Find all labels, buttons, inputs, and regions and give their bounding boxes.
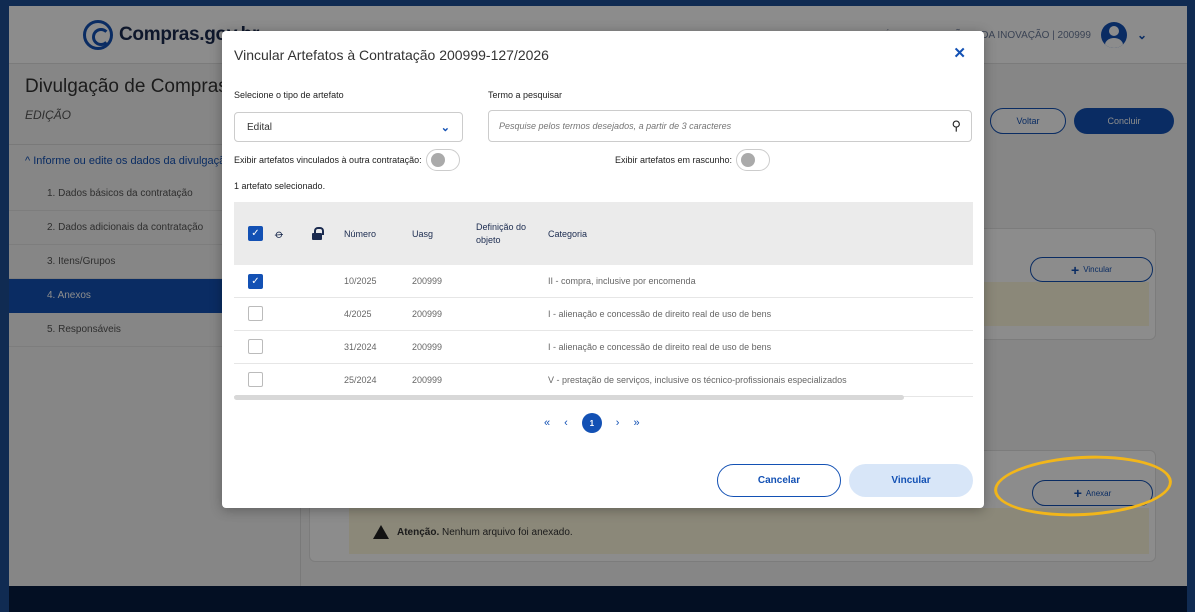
horizontal-scrollbar[interactable]: [234, 395, 904, 400]
close-icon[interactable]: ✕: [953, 44, 966, 62]
lock-icon: [312, 226, 324, 240]
vincular-artefatos-modal: Vincular Artefatos à Contratação 200999-…: [222, 31, 984, 508]
prev-page-button[interactable]: ‹: [564, 417, 568, 429]
chevron-down-icon: ⌄: [440, 121, 450, 134]
col-categoria[interactable]: Categoria: [548, 229, 973, 239]
table-header: ✓ ⌀ Número Uasg Definição do objeto Cate…: [234, 202, 973, 265]
cell-uasg: 200999: [412, 276, 443, 286]
row-checkbox[interactable]: [248, 371, 263, 387]
first-page-button[interactable]: «: [544, 417, 550, 429]
col-uasg[interactable]: Uasg: [412, 229, 476, 239]
cell-uasg: 200999: [412, 375, 443, 385]
row-checkbox[interactable]: ✓: [248, 273, 263, 289]
vincular-confirm-button[interactable]: Vincular: [849, 464, 973, 497]
cell-numero: 25/2024: [344, 375, 377, 385]
table-row[interactable]: 4/2025 200999 I - alienação e concessão …: [234, 298, 973, 331]
cell-categoria: I - alienação e concessão de direito rea…: [548, 309, 772, 319]
toggle-draft-label: Exibir artefatos em rascunho:: [615, 155, 733, 165]
cell-uasg: 200999: [412, 309, 443, 319]
last-page-button[interactable]: »: [633, 417, 639, 429]
col-definicao[interactable]: Definição do objeto: [476, 221, 548, 247]
table-row[interactable]: ✓ 10/2025 200999 II - compra, inclusive …: [234, 265, 973, 298]
type-label: Selecione o tipo de artefato: [234, 90, 344, 100]
paperclip-icon: ⌀: [272, 225, 287, 242]
select-all-checkbox[interactable]: ✓: [248, 226, 263, 241]
select-value: Edital: [247, 121, 273, 133]
next-page-button[interactable]: ›: [616, 417, 620, 429]
artefato-type-select[interactable]: Edital ⌄: [234, 112, 463, 142]
cell-numero: 31/2024: [344, 342, 377, 352]
cell-numero: 4/2025: [344, 309, 372, 319]
cell-categoria: I - alienação e concessão de direito rea…: [548, 342, 772, 352]
cell-categoria: II - compra, inclusive por encomenda: [548, 276, 696, 286]
search-icon[interactable]: ⚲: [951, 118, 961, 134]
cell-uasg: 200999: [412, 342, 443, 352]
toggle-draft-switch[interactable]: [736, 149, 771, 171]
col-numero[interactable]: Número: [344, 229, 412, 239]
cell-categoria: V - prestação de serviços, inclusive os …: [548, 375, 847, 385]
cell-numero: 10/2025: [344, 276, 377, 286]
pagination: « ‹ 1 › »: [544, 413, 640, 433]
row-checkbox[interactable]: [248, 338, 263, 354]
selected-count: 1 artefato selecionado.: [234, 181, 326, 191]
toggle-other-switch[interactable]: [425, 149, 460, 171]
search-input[interactable]: [499, 121, 952, 131]
toggle-other-contracts: Exibir artefatos vinculados à outra cont…: [234, 149, 460, 171]
table-row[interactable]: 25/2024 200999 V - prestação de serviços…: [234, 364, 973, 397]
modal-title: Vincular Artefatos à Contratação 200999-…: [234, 47, 549, 63]
search-field[interactable]: ⚲: [488, 110, 972, 142]
toggle-drafts: Exibir artefatos em rascunho:: [615, 149, 771, 171]
page-1-button[interactable]: 1: [581, 413, 602, 433]
row-checkbox[interactable]: [248, 305, 263, 321]
cancel-button[interactable]: Cancelar: [717, 464, 841, 497]
table-row[interactable]: 31/2024 200999 I - alienação e concessão…: [234, 331, 973, 364]
toggle-other-label: Exibir artefatos vinculados à outra cont…: [234, 155, 422, 165]
search-label: Termo a pesquisar: [488, 90, 563, 100]
artefatos-table: ✓ ⌀ Número Uasg Definição do objeto Cate…: [234, 202, 973, 397]
